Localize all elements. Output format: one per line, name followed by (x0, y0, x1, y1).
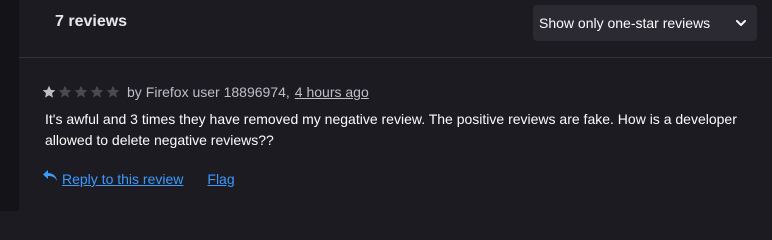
author-prefix: by (127, 84, 142, 100)
review-author: Firefox user 18896974, (145, 84, 290, 100)
reply-to-review-link[interactable]: Reply to this review (62, 171, 183, 187)
review-item: by Firefox user 18896974, 4 hours ago It… (19, 58, 772, 211)
star-filled-icon (42, 85, 56, 98)
review-filter-select[interactable]: Show only one-star reviews (533, 5, 757, 41)
star-empty-icon (90, 85, 104, 98)
star-rating (42, 85, 122, 99)
star-empty-icon (58, 85, 72, 98)
review-timestamp-link[interactable]: 4 hours ago (295, 84, 369, 100)
star-empty-icon (106, 85, 120, 98)
chevron-down-icon (736, 20, 746, 26)
star-empty-icon (74, 85, 88, 98)
reply-icon[interactable] (42, 169, 58, 183)
review-meta: by Firefox user 18896974, 4 hours ago (42, 84, 369, 100)
reviews-header: 7 reviews Show only one-star reviews (19, 0, 772, 56)
review-body: It's awful and 3 times they have removed… (45, 111, 737, 148)
flag-review-link[interactable]: Flag (207, 171, 234, 187)
left-gutter (0, 0, 19, 211)
reviews-panel: 7 reviews Show only one-star reviews by … (0, 0, 772, 211)
reviews-count-title: 7 reviews (55, 13, 128, 30)
review-actions: Reply to this review Flag (42, 169, 235, 187)
review-filter-label: Show only one-star reviews (539, 15, 711, 31)
